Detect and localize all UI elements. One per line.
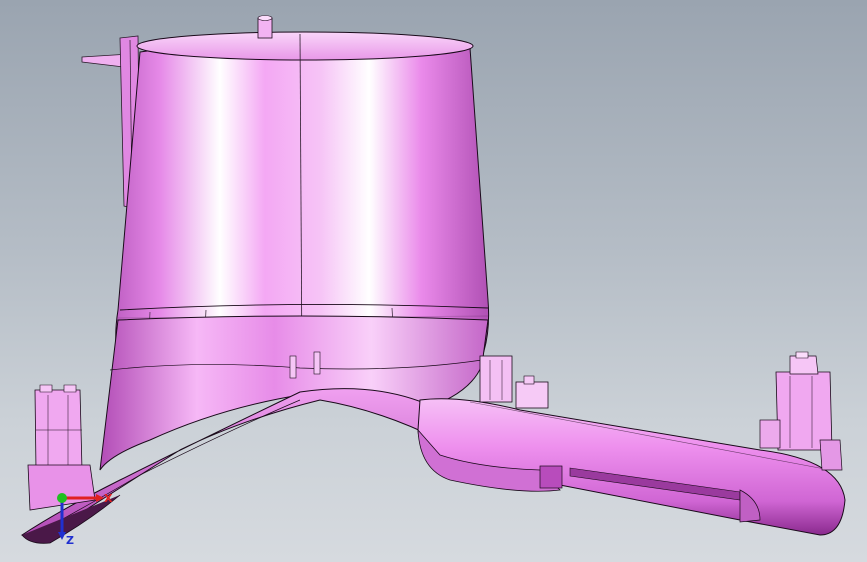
z-axis-label: Z xyxy=(66,534,74,547)
y-axis-dot xyxy=(57,493,67,503)
x-axis-arrow xyxy=(96,494,104,502)
3d-model-render[interactable] xyxy=(0,0,867,562)
cad-viewport[interactable]: X Z xyxy=(0,0,867,562)
z-axis-arrow xyxy=(58,532,66,540)
axis-triad: X Z xyxy=(57,492,113,547)
top-brackets xyxy=(479,355,549,409)
x-axis-label: X xyxy=(104,492,113,505)
